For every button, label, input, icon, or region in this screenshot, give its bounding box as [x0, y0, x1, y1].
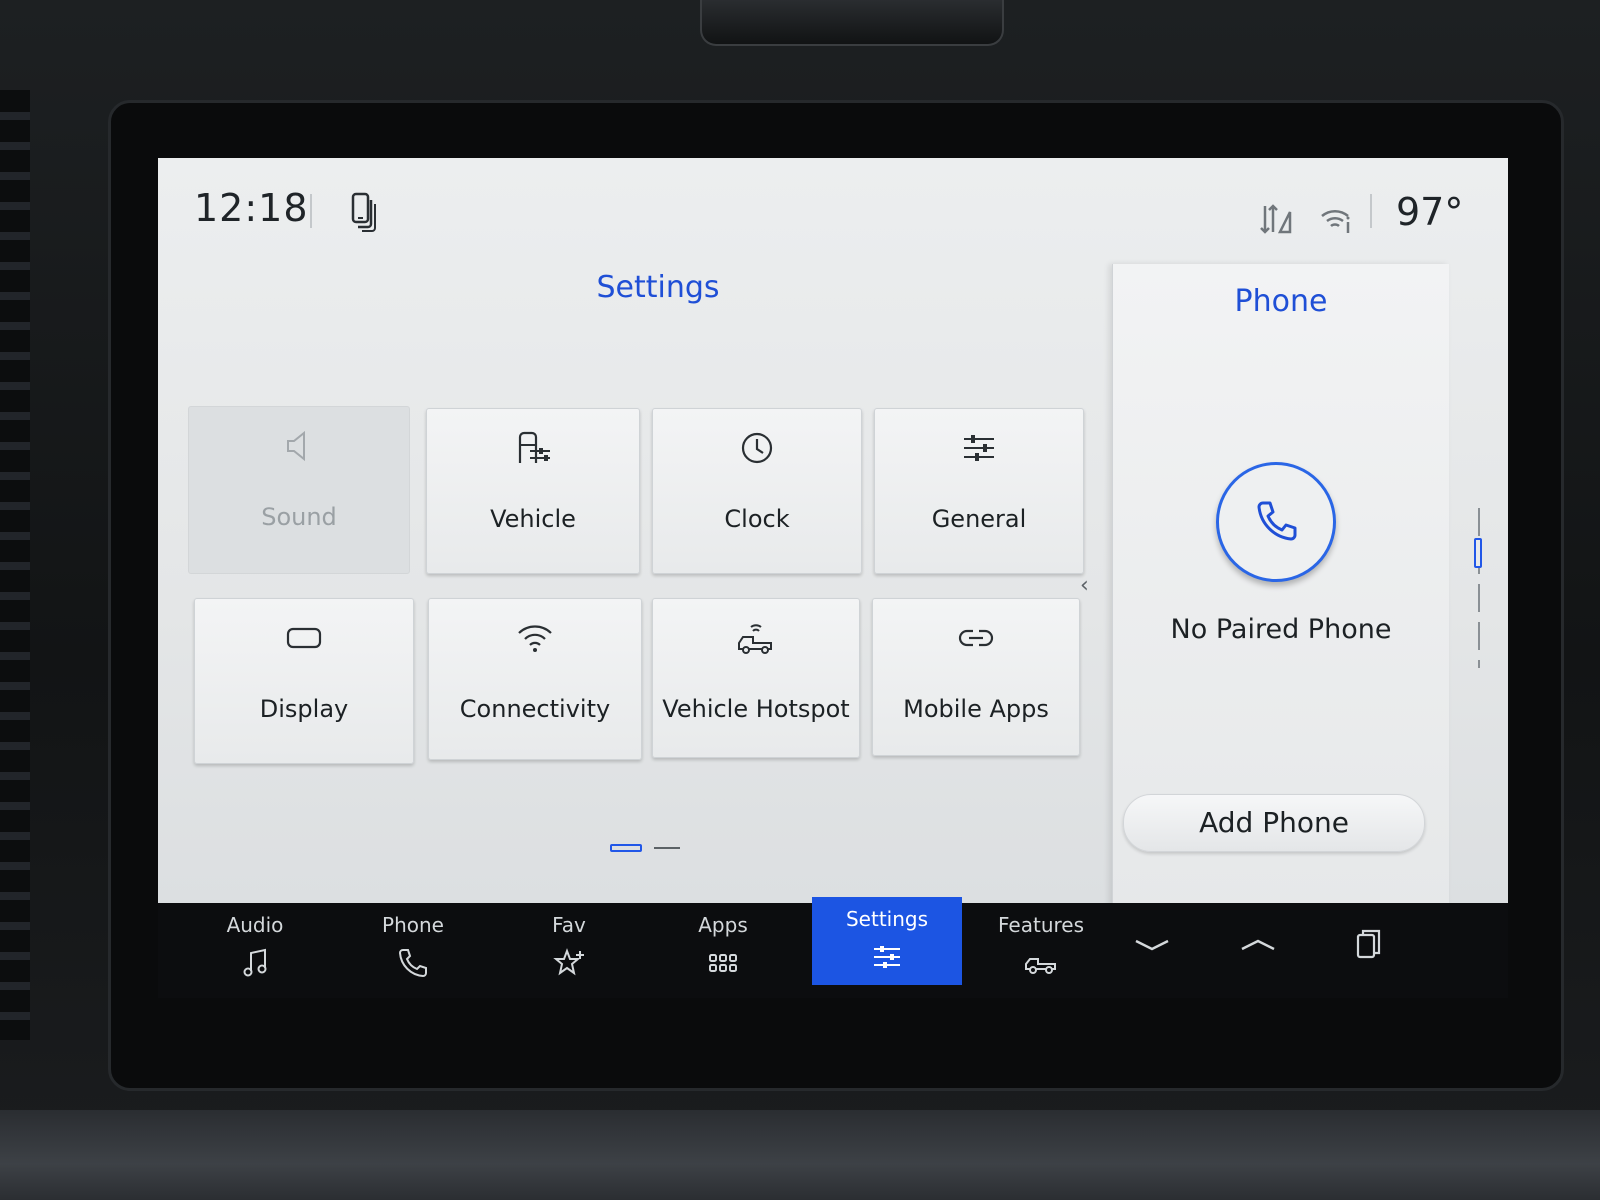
- signal-icon: [1260, 204, 1292, 234]
- nav-features[interactable]: Features: [966, 903, 1116, 991]
- tile-vehicle[interactable]: Vehicle: [426, 408, 640, 574]
- music-note-icon: [243, 948, 267, 977]
- tile-label: Display: [259, 695, 349, 723]
- display-icon: [286, 627, 322, 649]
- status-divider: [310, 194, 312, 228]
- phone-icon: [1257, 501, 1297, 541]
- tile-label: General: [931, 505, 1027, 533]
- add-phone-button[interactable]: Add Phone: [1123, 794, 1425, 852]
- status-divider: [1370, 194, 1372, 228]
- status-bar: 12:18 97°: [158, 158, 1508, 258]
- phone-panel: Phone No Paired Phone Add Phone: [1112, 264, 1449, 903]
- tile-general[interactable]: General: [874, 408, 1084, 574]
- nav-label: Fav: [552, 913, 586, 937]
- tile-display[interactable]: Display: [194, 598, 414, 764]
- wifi-icon: [518, 625, 552, 652]
- nav-label: Audio: [226, 913, 284, 937]
- settings-title: Settings: [596, 270, 720, 305]
- star-plus-icon: [553, 948, 584, 976]
- nav-settings[interactable]: Settings: [812, 897, 962, 985]
- clock-time: 12:18: [194, 186, 309, 230]
- nav-fav[interactable]: Fav: [494, 903, 644, 991]
- vehicle-settings-icon: [518, 431, 550, 463]
- infotainment-display: 12:18 97° Settings Sound Vehicle Clock G…: [158, 158, 1508, 903]
- panel-scroll-thumb[interactable]: [1474, 538, 1482, 568]
- nav-phone[interactable]: Phone: [338, 903, 488, 991]
- panel-scroll-track[interactable]: [1478, 508, 1480, 668]
- phone-icon: [398, 949, 427, 978]
- phone-devices-icon[interactable]: [350, 192, 380, 232]
- panel-collapse-chevron-icon[interactable]: ‹: [1080, 573, 1089, 598]
- tile-label: Clock: [724, 505, 790, 533]
- tile-vehicle-hotspot[interactable]: Vehicle Hotspot: [652, 598, 860, 758]
- hazard-control-housing: [700, 0, 1004, 46]
- nav-label: Apps: [698, 913, 748, 937]
- sliders-icon: [964, 435, 994, 461]
- tile-label: Vehicle: [490, 505, 576, 533]
- tile-mobile-apps[interactable]: Mobile Apps: [872, 598, 1080, 756]
- chevron-down-icon[interactable]: [1130, 927, 1174, 963]
- multi-window-icon[interactable]: [1348, 927, 1392, 963]
- tile-label: Vehicle Hotspot: [662, 695, 850, 723]
- chevron-up-icon[interactable]: [1236, 927, 1280, 963]
- nav-label: Settings: [845, 907, 929, 931]
- page-dot-active[interactable]: [610, 844, 642, 852]
- tile-label: Connectivity: [459, 695, 611, 723]
- tile-sound[interactable]: Sound: [188, 406, 410, 574]
- nav-audio[interactable]: Audio: [180, 903, 330, 991]
- sliders-icon: [874, 946, 900, 968]
- tile-label: Sound: [261, 503, 337, 531]
- phone-panel-title: Phone: [1234, 284, 1328, 319]
- link-icon: [958, 629, 994, 647]
- truck-icon: [1025, 958, 1056, 974]
- tile-label: Mobile Apps: [903, 695, 1049, 723]
- tile-clock[interactable]: Clock: [652, 408, 862, 574]
- nav-label: Features: [998, 913, 1084, 937]
- phone-status-text: No Paired Phone: [1170, 614, 1392, 645]
- air-vent: [0, 90, 30, 1040]
- nav-apps[interactable]: Apps: [648, 903, 798, 991]
- tile-connectivity[interactable]: Connectivity: [428, 598, 642, 760]
- wifi-status-icon: [1321, 209, 1350, 233]
- phone-call-button[interactable]: [1216, 462, 1336, 582]
- outside-temperature: 97°: [1396, 190, 1464, 234]
- dashboard-trim: [0, 1110, 1600, 1200]
- page-dot[interactable]: [654, 847, 680, 849]
- bottom-nav-bar: Audio Phone Fav Apps Settings Features: [158, 897, 1508, 998]
- app-grid-icon: [709, 954, 737, 972]
- clock-icon: [741, 432, 773, 464]
- speaker-icon: [287, 430, 305, 462]
- truck-hotspot-icon: [738, 624, 772, 654]
- nav-label: Phone: [382, 913, 444, 937]
